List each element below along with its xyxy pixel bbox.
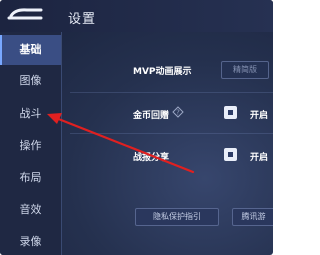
sidebar-item-audio[interactable]: 音效: [0, 195, 61, 225]
battle-share-checkbox[interactable]: [224, 148, 237, 161]
sidebar-item-layout[interactable]: 布局: [0, 163, 61, 193]
battle-share-label: 战报分享: [133, 153, 170, 163]
sidebar-item-basic[interactable]: 基础: [0, 35, 61, 65]
settings-sidebar: 基础 图像 战斗 操作 布局 音效 录像: [0, 32, 62, 255]
gold-replay-toggle-label: 开启: [250, 111, 269, 121]
row-divider: [70, 92, 273, 93]
mvp-animation-select[interactable]: 精简版: [221, 61, 269, 79]
page-title: 设置: [68, 12, 97, 27]
battle-share-toggle-label: 开启: [250, 153, 269, 163]
settings-screen: 设置 基础 图像 战斗 操作 布局 音效 录像 MVP动画展示 精简版 金币回赠…: [0, 0, 273, 255]
row-divider: [70, 133, 273, 134]
gold-replay-checkbox[interactable]: [224, 106, 237, 119]
sidebar-item-replay[interactable]: 录像: [0, 227, 61, 255]
header-bar: 设置: [0, 0, 273, 32]
sidebar-item-graphics[interactable]: 图像: [0, 66, 61, 96]
sidebar-item-battle[interactable]: 战斗: [0, 99, 61, 129]
back-arrow-icon[interactable]: [5, 6, 45, 24]
svg-text:?: ?: [176, 109, 180, 117]
mvp-animation-label: MVP动画展示: [133, 67, 192, 77]
privacy-guide-button[interactable]: 隐私保护指引: [135, 208, 219, 226]
tencent-button[interactable]: 腾讯游: [232, 208, 273, 226]
gold-replay-label: 金币回赠: [133, 111, 170, 121]
sidebar-item-controls[interactable]: 操作: [0, 131, 61, 161]
question-icon[interactable]: ?: [172, 106, 184, 118]
